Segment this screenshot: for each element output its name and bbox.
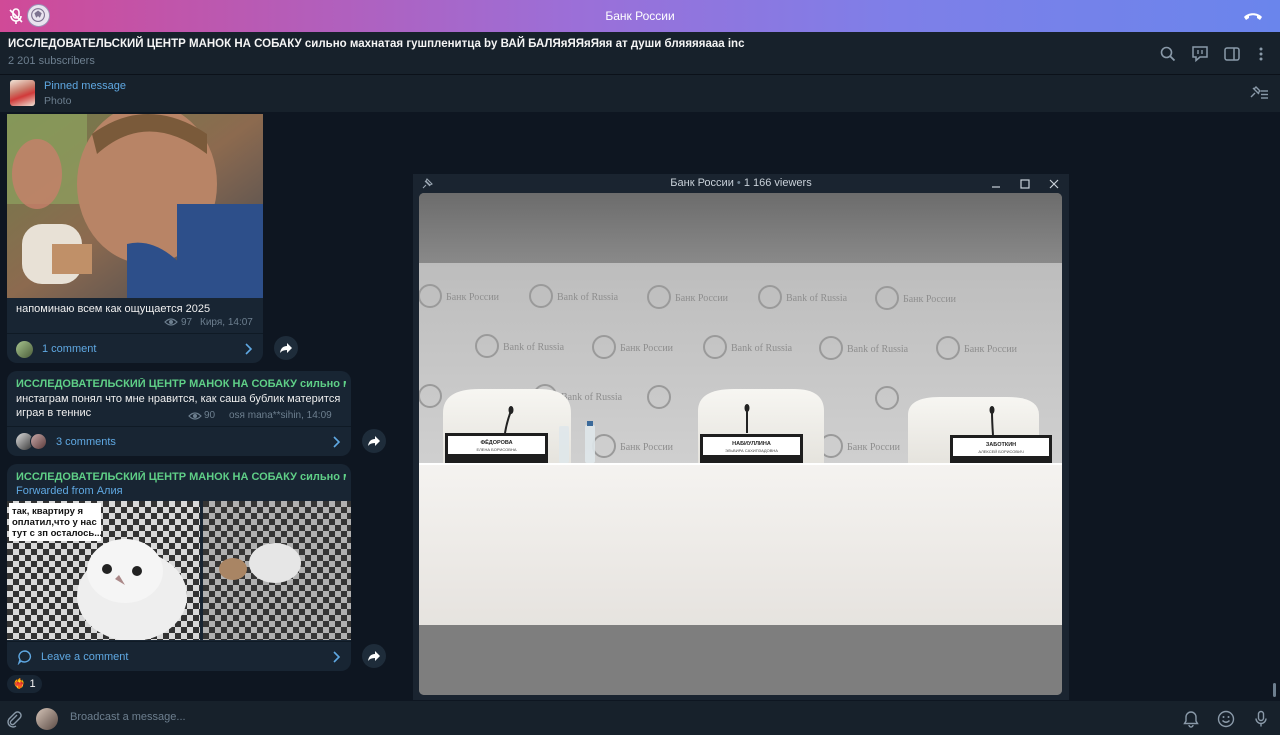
nameplate-1: ФЁДОРОВА ЕЛЕНА БОРИСОВНА [445,433,548,463]
views-icon [188,412,202,420]
scrollbar-thumb[interactable] [1273,683,1276,697]
reaction-chip[interactable]: ❤️‍🔥 1 [7,675,42,693]
share-button[interactable] [362,429,386,453]
call-title: Банк России [605,9,675,23]
meme-caption: так, квартиру я оплатил,что у нас тут с … [12,506,103,539]
svg-text:АЛЕКСЕЙ БОРИСОВИЧ: АЛЕКСЕЙ БОРИСОВИЧ [978,449,1024,454]
share-icon [368,436,380,446]
svg-text:Bank of Russia: Bank of Russia [561,392,623,403]
views-icon [164,318,178,326]
svg-text:ЕЛЕНА БОРИСОВНА: ЕЛЕНА БОРИСОВНА [477,447,517,452]
meme-photo-right[interactable] [203,501,351,640]
share-icon [368,651,380,661]
subscriber-count: 2 201 subscribers [8,55,95,67]
minimize-icon[interactable] [989,177,1003,191]
svg-text:ЭЛЬВИРА САХИПЗАДОВНА: ЭЛЬВИРА САХИПЗАДОВНА [725,448,778,453]
comment-bubble-icon [17,650,32,665]
phone-hangup-icon[interactable] [1242,8,1264,24]
view-count: 97 [181,317,193,328]
video-stream-window[interactable]: Банк России • 1 166 viewers Банк России … [413,174,1069,700]
message-3[interactable]: ИССЛЕДОВАТЕЛЬСКИЙ ЦЕНТР МАНОК НА СОБАКУ … [7,464,351,671]
pinned-thumbnail [10,80,35,106]
message-2[interactable]: ИССЛЕДОВАТЕЛЬСКИЙ ЦЕНТР МАНОК НА СОБАКУ … [7,371,351,456]
attach-icon[interactable] [5,710,23,728]
video-frame[interactable]: Банк России Bank of Russia Банк России B… [419,193,1062,695]
svg-text:Банк России: Банк России [446,292,500,303]
comments-row[interactable]: Leave a comment [7,641,351,671]
commenter-avatar [16,341,33,358]
sidebar-icon[interactable] [1223,45,1241,63]
svg-text:Банк России: Банк России [964,344,1018,355]
forwarded-from[interactable]: Forwarded from Алия [16,485,123,497]
share-button[interactable] [362,644,386,668]
message-text-line-2: играя в теннис [16,407,92,419]
close-icon[interactable] [1047,177,1061,191]
message-1[interactable]: напоминаю всем как ощущается 2025 97 Кир… [7,114,263,363]
reaction-count: 1 [29,678,36,690]
channel-title[interactable]: ИССЛЕДОВАТЕЛЬСКИЙ ЦЕНТР МАНОК НА СОБАКУ … [8,38,744,50]
comments-link[interactable]: 3 comments [56,436,116,448]
svg-text:Банк России: Банк России [620,343,674,354]
chevron-right-icon [333,436,341,448]
nameplate-2: НАБИУЛЛИНА ЭЛЬВИРА САХИПЗАДОВНА [700,434,803,464]
video-window-title: Банк России • 1 166 viewers [670,177,812,189]
pinned-subtitle: Photo [44,95,72,107]
svg-text:Bank of Russia: Bank of Russia [847,344,909,355]
pinned-title: Pinned message [44,80,126,92]
maximize-icon[interactable] [1018,177,1032,191]
comments-row[interactable]: 1 comment [7,333,263,363]
more-icon[interactable] [1252,45,1270,63]
commenter-avatar [30,433,47,450]
message-photo[interactable] [7,114,263,298]
svg-text:НАБИУЛЛИНА: НАБИУЛЛИНА [732,441,771,447]
microphone-icon[interactable] [1252,710,1270,728]
share-button[interactable] [274,336,298,360]
bell-icon[interactable] [1182,710,1200,728]
message-author-time: оsя mana**sihin, 14:09 [229,410,332,421]
press-conference-scene: Банк России Bank of Russia Банк России B… [419,193,1062,695]
svg-text:Bank of Russia: Bank of Russia [786,293,848,304]
svg-text:Bank of Russia: Bank of Russia [557,292,619,303]
sender-avatar[interactable] [36,708,58,730]
svg-text:Банк России: Банк России [903,294,957,305]
message-text-line-1: инстаграм понял что мне нравится, как са… [16,393,341,405]
conference-table [419,463,1062,625]
message-channel-name[interactable]: ИССЛЕДОВАТЕЛЬСКИЙ ЦЕНТР МАНОК НА СОБАКУ … [16,378,346,390]
leave-comment-link[interactable]: Leave a comment [41,651,128,663]
pin-list-icon[interactable] [1248,85,1270,101]
svg-text:Банк России: Банк России [675,293,729,304]
group-call-bar[interactable]: Банк России [0,0,1280,32]
comments-link[interactable]: 1 comment [42,343,96,355]
chevron-right-icon [245,343,253,355]
svg-text:Bank of Russia: Bank of Russia [503,342,565,353]
chevron-right-icon [333,651,341,663]
svg-text:ЗАБОТКИН: ЗАБОТКИН [986,442,1016,448]
chat-header[interactable]: ИССЛЕДОВАТЕЛЬСКИЙ ЦЕНТР МАНОК НА СОБАКУ … [0,32,1280,75]
nameplate-3: ЗАБОТКИН АЛЕКСЕЙ БОРИСОВИЧ [950,435,1052,465]
message-text: напоминаю всем как ощущается 2025 [16,303,211,315]
message-composer[interactable]: Broadcast a message... [0,701,1280,735]
message-channel-name[interactable]: ИССЛЕДОВАТЕЛЬСКИЙ ЦЕНТР МАНОК НА СОБАКУ … [16,471,346,483]
reaction-emoji: ❤️‍🔥 [13,678,26,690]
comments-icon[interactable] [1191,45,1209,63]
emoji-icon[interactable] [1217,710,1235,728]
pinned-message-bar[interactable]: Pinned message Photo [0,75,1280,112]
share-icon [280,343,292,353]
search-icon[interactable] [1159,45,1177,63]
svg-text:Банк России: Банк России [620,442,674,453]
comments-row[interactable]: 3 comments [7,426,351,456]
svg-text:Bank of Russia: Bank of Russia [731,343,793,354]
svg-text:Банк России: Банк России [847,442,901,453]
view-count: 90 [204,410,216,421]
svg-text:ФЁДОРОВА: ФЁДОРОВА [480,439,512,446]
message-author-time: Киря, 14:07 [200,317,253,328]
message-input[interactable]: Broadcast a message... [70,711,186,723]
